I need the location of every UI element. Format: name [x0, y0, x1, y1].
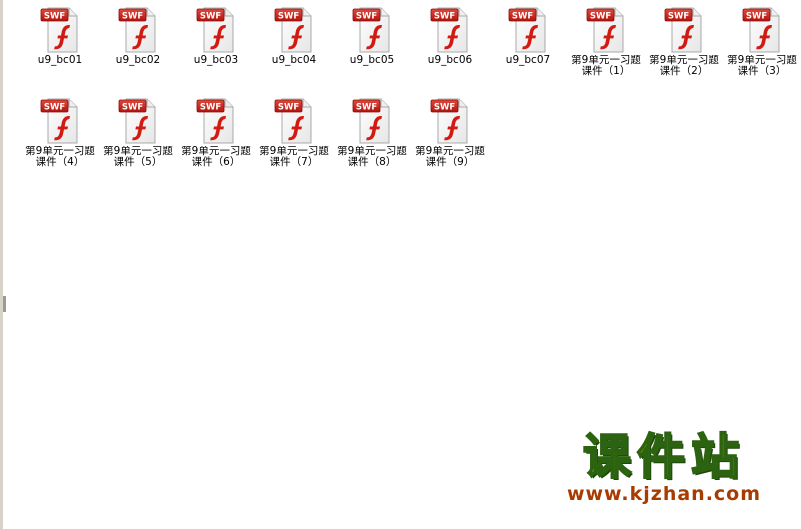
swf-file-icon: SWF — [274, 97, 314, 145]
swf-badge-label: SWF — [746, 11, 767, 21]
file-name-label: 第9单元一习题课件（1） — [571, 55, 641, 77]
swf-file-icon: SWF — [118, 6, 158, 54]
file-name-label: u9_bc04 — [271, 55, 317, 66]
swf-file-icon: SWF — [40, 97, 80, 145]
file-item-4[interactable]: SWF u9_bc04 — [255, 6, 333, 97]
swf-file-icon: SWF — [196, 6, 236, 54]
file-name-label: u9_bc02 — [115, 55, 161, 66]
file-name-label: 第9单元一习题课件（3） — [727, 55, 797, 77]
swf-badge-label: SWF — [44, 11, 65, 21]
swf-file-icon: SWF — [430, 97, 470, 145]
file-name-label: u9_bc07 — [505, 55, 551, 66]
file-item-2[interactable]: SWF u9_bc02 — [99, 6, 177, 97]
swf-badge-label: SWF — [590, 11, 611, 21]
swf-badge-label: SWF — [278, 11, 299, 21]
swf-badge-label: SWF — [356, 11, 377, 21]
swf-file-icon: SWF — [352, 6, 392, 54]
file-name-label: 第9单元一习题课件（8） — [337, 146, 407, 168]
swf-file-icon: SWF — [430, 6, 470, 54]
swf-file-icon: SWF — [352, 97, 392, 145]
watermark-url: www.kjzhan.com — [566, 483, 762, 505]
file-name-label: u9_bc03 — [193, 55, 239, 66]
file-item-11[interactable]: SWF 第9单元一习题课件（4） — [21, 97, 99, 188]
swf-file-icon: SWF — [118, 97, 158, 145]
swf-badge-label: SWF — [512, 11, 533, 21]
swf-badge-label: SWF — [356, 102, 377, 112]
file-item-14[interactable]: SWF 第9单元一习题课件（7） — [255, 97, 333, 188]
swf-badge-label: SWF — [122, 11, 143, 21]
file-name-label: u9_bc06 — [427, 55, 473, 66]
swf-file-icon: SWF — [508, 6, 548, 54]
file-item-6[interactable]: SWF u9_bc06 — [411, 6, 489, 97]
swf-file-icon: SWF — [40, 6, 80, 54]
swf-badge-label: SWF — [200, 11, 221, 21]
swf-badge-label: SWF — [122, 102, 143, 112]
pane-divider-handle[interactable] — [3, 296, 6, 312]
swf-file-icon: SWF — [586, 6, 626, 54]
swf-badge-label: SWF — [434, 11, 455, 21]
file-item-3[interactable]: SWF u9_bc03 — [177, 6, 255, 97]
file-name-label: u9_bc05 — [349, 55, 395, 66]
swf-file-icon: SWF — [196, 97, 236, 145]
file-item-13[interactable]: SWF 第9单元一习题课件（6） — [177, 97, 255, 188]
file-name-label: 第9单元一习题课件（2） — [649, 55, 719, 77]
file-item-8[interactable]: SWF 第9单元一习题课件（1） — [567, 6, 645, 97]
swf-badge-label: SWF — [668, 11, 689, 21]
file-name-label: 第9单元一习题课件（7） — [259, 146, 329, 168]
file-item-10[interactable]: SWF 第9单元一习题课件（3） — [723, 6, 801, 97]
file-item-16[interactable]: SWF 第9单元一习题课件（9） — [411, 97, 489, 188]
file-name-label: 第9单元一习题课件（9） — [415, 146, 485, 168]
file-item-7[interactable]: SWF u9_bc07 — [489, 6, 567, 97]
file-item-15[interactable]: SWF 第9单元一习题课件（8） — [333, 97, 411, 188]
swf-file-icon: SWF — [742, 6, 782, 54]
swf-badge-label: SWF — [278, 102, 299, 112]
file-item-5[interactable]: SWF u9_bc05 — [333, 6, 411, 97]
file-list-pane[interactable]: SWF u9_bc01 SWF u9_bc02 SWF u9_bc03 SWF … — [0, 0, 801, 529]
swf-badge-label: SWF — [44, 102, 65, 112]
file-name-label: 第9单元一习题课件（4） — [25, 146, 95, 168]
file-item-1[interactable]: SWF u9_bc01 — [21, 6, 99, 97]
file-name-label: 第9单元一习题课件（5） — [103, 146, 173, 168]
watermark-title: 课件站 — [582, 429, 745, 485]
file-name-label: u9_bc01 — [37, 55, 83, 66]
file-item-9[interactable]: SWF 第9单元一习题课件（2） — [645, 6, 723, 97]
site-watermark: 课件站 www.kjzhan.com — [549, 429, 779, 505]
file-grid: SWF u9_bc01 SWF u9_bc02 SWF u9_bc03 SWF … — [21, 6, 801, 188]
file-item-12[interactable]: SWF 第9单元一习题课件（5） — [99, 97, 177, 188]
swf-badge-label: SWF — [200, 102, 221, 112]
swf-file-icon: SWF — [274, 6, 314, 54]
swf-file-icon: SWF — [664, 6, 704, 54]
swf-badge-label: SWF — [434, 102, 455, 112]
file-name-label: 第9单元一习题课件（6） — [181, 146, 251, 168]
